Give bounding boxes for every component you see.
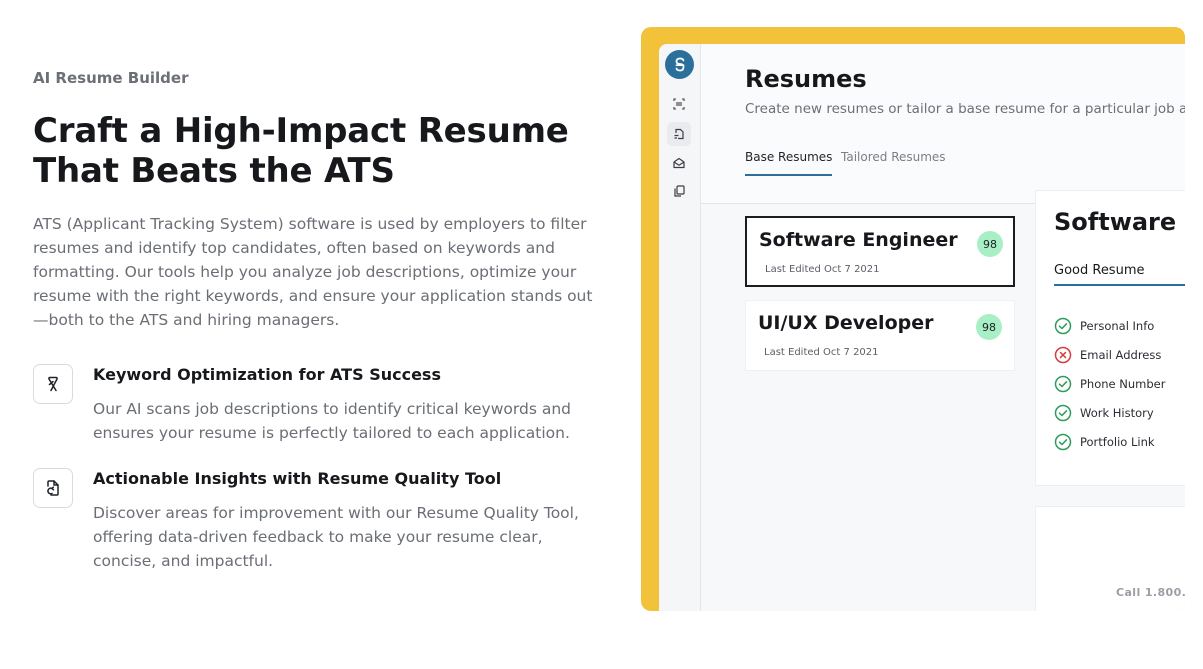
mail-icon[interactable] (667, 151, 691, 175)
check-circle-icon (1054, 404, 1072, 422)
check-label: Email Address (1080, 348, 1162, 362)
panel-section-label: Good Resume (1054, 263, 1145, 278)
check-circle-icon (1054, 375, 1072, 393)
panel-title: Software En (1054, 208, 1185, 236)
app-window: Resumes Create new resumes or tailor a b… (659, 44, 1185, 611)
nav-rail (659, 44, 701, 611)
tab-base-resumes[interactable]: Base Resumes (745, 150, 832, 164)
check-label: Phone Number (1080, 377, 1166, 391)
check-circle-icon (1054, 317, 1072, 335)
feature-description: Our AI scans job descriptions to identif… (93, 400, 571, 442)
page-header: Resumes Create new resumes or tailor a b… (701, 44, 1185, 204)
resume-score-badge: 98 (977, 231, 1003, 257)
check-item: Work History (1054, 403, 1185, 423)
eyebrow-label: AI Resume Builder (33, 69, 189, 87)
hero-headline: Craft a High-Impact Resume That Beats th… (33, 111, 569, 191)
check-item: Email Address (1054, 345, 1185, 365)
document-refresh-icon (33, 468, 73, 508)
resume-card-uiux-developer[interactable]: UI/UX Developer Last Edited Oct 7 2021 9… (745, 300, 1015, 371)
check-label: Work History (1080, 406, 1154, 420)
check-item: Phone Number (1054, 374, 1185, 394)
check-label: Portfolio Link (1080, 435, 1155, 449)
page-title: Resumes (745, 65, 867, 93)
brand-logo-icon[interactable] (665, 50, 694, 79)
feature-title: Actionable Insights with Resume Quality … (93, 469, 502, 488)
page-subtitle: Create new resumes or tailor a base resu… (745, 101, 1185, 117)
preview-contact-text: Call 1.800. (1116, 586, 1185, 599)
resume-last-edited: Last Edited Oct 7 2021 (765, 264, 880, 275)
app-preview-frame: Resumes Create new resumes or tailor a b… (641, 27, 1185, 611)
ribbon-icon (33, 364, 73, 404)
active-tab-indicator (745, 174, 832, 176)
feature-title: Keyword Optimization for ATS Success (93, 365, 441, 384)
hero-description: ATS (Applicant Tracking System) software… (33, 215, 593, 329)
check-label: Personal Info (1080, 319, 1155, 333)
check-circle-icon (1054, 433, 1072, 451)
resume-preview-panel: Call 1.800. (1035, 506, 1185, 611)
section-underline (1054, 284, 1185, 286)
feature-description: Discover areas for improvement with our … (93, 504, 579, 570)
resume-name: Software Engineer (759, 229, 958, 251)
tab-tailored-resumes[interactable]: Tailored Resumes (841, 150, 946, 164)
resume-name: UI/UX Developer (758, 312, 934, 334)
copy-documents-icon[interactable] (667, 179, 691, 203)
resume-quality-panel: Software En Good Resume Personal Info Em… (1035, 190, 1185, 486)
check-item: Personal Info (1054, 316, 1185, 336)
x-circle-icon (1054, 346, 1072, 364)
resume-score-badge: 98 (976, 314, 1002, 340)
resume-card-software-engineer[interactable]: Software Engineer Last Edited Oct 7 2021… (745, 216, 1015, 287)
check-item: Portfolio Link (1054, 432, 1185, 452)
resume-file-icon[interactable] (667, 122, 691, 146)
scan-icon[interactable] (667, 92, 691, 116)
resume-last-edited: Last Edited Oct 7 2021 (764, 347, 879, 358)
